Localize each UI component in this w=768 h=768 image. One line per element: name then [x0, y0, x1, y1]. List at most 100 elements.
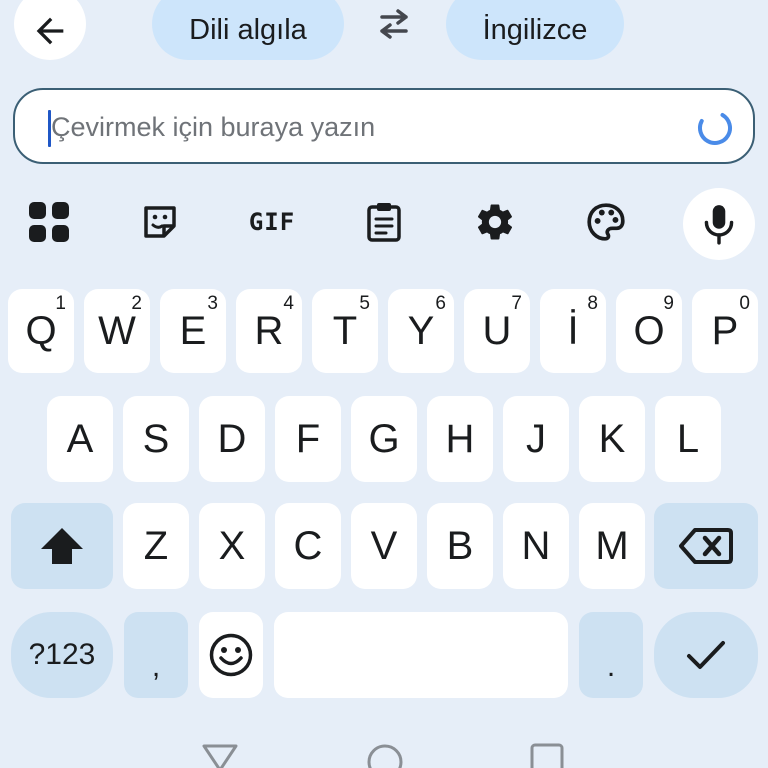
key-z[interactable]: Z — [123, 503, 189, 589]
clipboard-button[interactable] — [352, 190, 416, 254]
symbols-key[interactable]: ?123 — [11, 612, 113, 698]
microphone-icon — [704, 205, 734, 245]
key-k-label: K — [598, 416, 626, 461]
key-f-label: F — [295, 416, 321, 461]
home-circle-icon[interactable] — [365, 742, 405, 768]
checkmark-icon — [687, 641, 725, 669]
key-x[interactable]: X — [199, 503, 265, 589]
key-t-label: T — [332, 308, 358, 353]
voice-input-button[interactable] — [683, 188, 755, 260]
key-c-label: C — [293, 523, 323, 568]
period-key-label: . — [606, 650, 616, 683]
key-g[interactable]: G — [351, 396, 417, 482]
symbols-key-label: ?123 — [28, 638, 96, 671]
key-w-label: W — [98, 308, 136, 353]
clipboard-icon — [367, 203, 401, 242]
key-h-label: H — [445, 416, 475, 461]
key-w[interactable]: W2 — [84, 289, 150, 373]
key-z-label: Z — [143, 523, 169, 568]
key-o-hint: 9 — [663, 293, 674, 314]
emoji-key[interactable] — [199, 612, 263, 698]
key-a-label: A — [66, 416, 94, 461]
back-button[interactable] — [14, 0, 86, 60]
key-l[interactable]: L — [655, 396, 721, 482]
key-j-label: J — [526, 416, 546, 461]
sticker-button[interactable] — [128, 190, 192, 254]
key-a[interactable]: A — [47, 396, 113, 482]
source-language-button[interactable]: Dili algıla — [152, 0, 344, 60]
key-x-label: X — [218, 523, 246, 568]
key-e[interactable]: E3 — [160, 289, 226, 373]
key-t[interactable]: T5 — [312, 289, 378, 373]
key-c[interactable]: C — [275, 503, 341, 589]
key-i̇-hint: 8 — [587, 293, 598, 314]
settings-gear-icon — [477, 204, 513, 240]
palette-icon — [587, 203, 625, 241]
key-r[interactable]: R4 — [236, 289, 302, 373]
key-i̇[interactable]: İ8 — [540, 289, 606, 373]
back-triangle-icon[interactable] — [200, 742, 240, 768]
translate-input-container[interactable] — [13, 88, 755, 164]
space-bar[interactable] — [274, 612, 568, 698]
key-u-label: U — [482, 308, 512, 353]
apps-grid-icon — [29, 202, 69, 242]
key-p[interactable]: P0 — [692, 289, 758, 373]
settings-button[interactable] — [463, 190, 527, 254]
comma-key-label: , — [151, 650, 161, 683]
key-n[interactable]: N — [503, 503, 569, 589]
key-v[interactable]: V — [351, 503, 417, 589]
key-l-label: L — [676, 416, 700, 461]
emoji-smile-icon — [209, 633, 253, 677]
key-j[interactable]: J — [503, 396, 569, 482]
key-t-hint: 5 — [359, 293, 370, 314]
key-f[interactable]: F — [275, 396, 341, 482]
key-e-hint: 3 — [207, 293, 218, 314]
key-h[interactable]: H — [427, 396, 493, 482]
key-p-hint: 0 — [739, 293, 750, 314]
key-v-label: V — [370, 523, 398, 568]
sticker-icon — [144, 206, 176, 238]
key-q-label: Q — [25, 308, 57, 353]
enter-key[interactable] — [654, 612, 758, 698]
key-r-label: R — [254, 308, 284, 353]
backspace-icon — [679, 528, 733, 564]
arrow-left-icon — [36, 17, 64, 45]
key-p-label: P — [711, 308, 739, 353]
theme-button[interactable] — [574, 190, 638, 254]
key-k[interactable]: K — [579, 396, 645, 482]
shift-key[interactable] — [11, 503, 113, 589]
backspace-key[interactable] — [654, 503, 758, 589]
key-d-label: D — [217, 416, 247, 461]
translate-input[interactable] — [51, 104, 671, 150]
key-u-hint: 7 — [511, 293, 522, 314]
key-g-label: G — [368, 416, 400, 461]
loading-spinner-icon — [698, 111, 732, 146]
key-m-label: M — [595, 523, 629, 568]
key-y-label: Y — [407, 308, 435, 353]
source-language-label: Dili algıla — [189, 13, 307, 46]
key-n-label: N — [521, 523, 551, 568]
key-m[interactable]: M — [579, 503, 645, 589]
period-key[interactable]: . — [579, 612, 643, 698]
key-q-hint: 1 — [55, 293, 66, 314]
gif-button[interactable]: GIF — [240, 190, 304, 254]
key-i̇-label: İ — [567, 308, 579, 353]
target-language-button[interactable]: İngilizce — [446, 0, 624, 60]
key-o[interactable]: O9 — [616, 289, 682, 373]
key-w-hint: 2 — [131, 293, 142, 314]
key-e-label: E — [179, 308, 207, 353]
key-q[interactable]: Q1 — [8, 289, 74, 373]
key-s[interactable]: S — [123, 396, 189, 482]
comma-key[interactable]: , — [124, 612, 188, 698]
swap-languages-button[interactable] — [372, 6, 416, 42]
key-o-label: O — [633, 308, 665, 353]
key-d[interactable]: D — [199, 396, 265, 482]
recents-square-icon[interactable] — [529, 742, 565, 768]
apps-button[interactable] — [17, 190, 81, 254]
key-u[interactable]: U7 — [464, 289, 530, 373]
shift-arrow-icon — [41, 528, 83, 564]
target-language-label: İngilizce — [482, 13, 588, 46]
key-r-hint: 4 — [283, 293, 294, 314]
key-y[interactable]: Y6 — [388, 289, 454, 373]
key-b[interactable]: B — [427, 503, 493, 589]
